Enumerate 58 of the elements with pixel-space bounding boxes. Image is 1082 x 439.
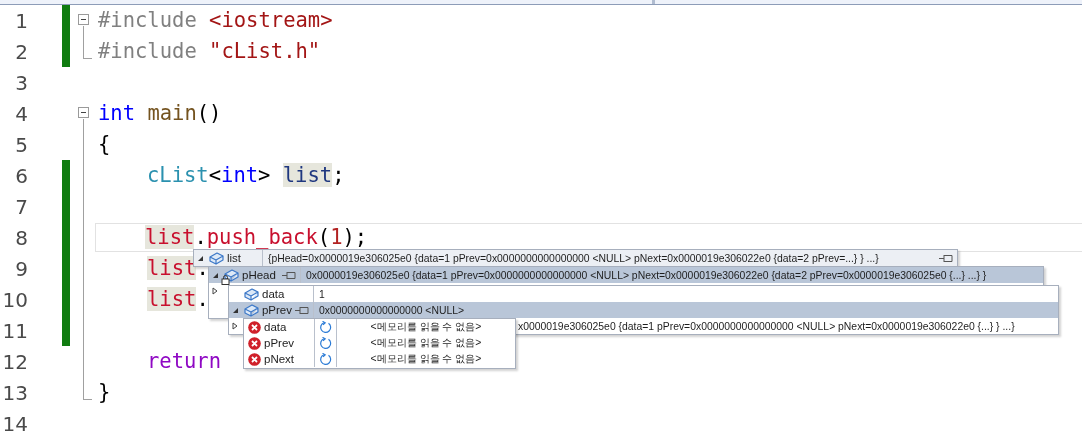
line-number: 2 bbox=[14, 39, 29, 64]
pin-icon[interactable] bbox=[282, 270, 296, 280]
code-line: } bbox=[98, 379, 111, 406]
line-number: 1 bbox=[14, 8, 29, 33]
variable-value: x0000019e306025e0 {data=1 pPrev=0x0000000000000000 <NULL> pNext=0x0000019e306022e0 {...} } ...} bbox=[518, 320, 1015, 332]
datatip-row[interactable]: pPrev 0x0000000000000000 <NULL> bbox=[229, 302, 1058, 318]
variable-name: pPrev bbox=[261, 304, 292, 316]
line-number: 14 bbox=[1, 411, 29, 436]
field-icon bbox=[244, 303, 259, 317]
line-number: 7 bbox=[14, 194, 29, 219]
variable-value: 0x0000019e306025e0 {data=1 pPrev=0x0000000000000000 <NULL> pNext=0x0000019e306022e0 {data=2 pPrev=0x0000019e306025e0 {...} ...} } bbox=[305, 269, 988, 281]
collapsed-triangle-icon[interactable] bbox=[212, 287, 218, 295]
collapse-toggle[interactable] bbox=[78, 14, 89, 25]
variable-name: pNext bbox=[264, 353, 295, 365]
pin-icon[interactable] bbox=[939, 253, 953, 263]
expanded-triangle-icon[interactable] bbox=[196, 254, 204, 262]
line-number: 5 bbox=[14, 132, 29, 157]
field-icon bbox=[224, 268, 239, 282]
line-number: 13 bbox=[1, 380, 29, 405]
code-line: #include <iostream> bbox=[98, 7, 333, 34]
error-message: <메모리를 읽을 수 없음> bbox=[369, 336, 483, 350]
code-line: #include "cList.h" bbox=[98, 38, 321, 65]
field-icon bbox=[244, 287, 259, 301]
datatip-row[interactable]: list {pHead=0x0000019e306025e0 {data=1 pPrev=0x0000000000000000 <NULL> pNext=0x0000019e306022e0 {data=2 pPrev=...} } ...} bbox=[194, 250, 957, 266]
refresh-icon[interactable] bbox=[319, 336, 332, 350]
line-number: 4 bbox=[14, 101, 29, 126]
line-number: 9 bbox=[14, 256, 29, 281]
error-message: <메모리를 읽을 수 없음> bbox=[369, 352, 483, 366]
collapsed-triangle-icon[interactable] bbox=[232, 322, 238, 330]
variable-name: list bbox=[227, 252, 242, 264]
expanded-triangle-icon[interactable] bbox=[211, 271, 219, 279]
error-icon bbox=[248, 352, 261, 366]
variable-name: pHead bbox=[242, 269, 276, 281]
variable-name: data bbox=[262, 288, 285, 300]
error-message: <메모리를 읽을 수 없음> bbox=[369, 320, 483, 334]
expanded-triangle-icon[interactable] bbox=[231, 306, 239, 314]
pin-icon[interactable] bbox=[295, 305, 309, 315]
code-line: int main() bbox=[98, 100, 222, 127]
datatip-row[interactable]: pHead 0x0000019e306025e0 {data=1 pPrev=0x0000000000000000 <NULL> pNext=0x0000019e306022e0 {data=2 pPrev=0x0000019e306025e0 {...} ...} } bbox=[209, 267, 1043, 283]
line-number: 8 bbox=[14, 225, 29, 250]
code-line: cList<int> list; bbox=[146, 162, 345, 189]
variable-name: pPrev bbox=[264, 337, 295, 349]
variable-value: 0x0000000000000000 <NULL> bbox=[318, 304, 466, 316]
code-line: return bbox=[146, 348, 222, 375]
line-number: 11 bbox=[1, 318, 29, 343]
line-number: 12 bbox=[1, 349, 29, 374]
collapse-toggle[interactable] bbox=[78, 107, 89, 118]
line-number: 3 bbox=[14, 70, 29, 95]
variable-value: {pHead=0x0000019e306025e0 {data=1 pPrev=0x0000000000000000 <NULL> pNext=0x0000019e306022e0 {data=2 pPrev=...} } ...} bbox=[267, 252, 880, 264]
refresh-icon[interactable] bbox=[319, 352, 332, 366]
variable-name: data bbox=[264, 321, 287, 333]
code-line: { bbox=[98, 131, 111, 158]
refresh-icon[interactable] bbox=[319, 320, 332, 334]
variable-value: 1 bbox=[318, 288, 326, 300]
line-number: 6 bbox=[14, 163, 29, 188]
field-icon bbox=[209, 251, 224, 265]
error-icon bbox=[248, 336, 261, 350]
line-number: 10 bbox=[1, 287, 29, 312]
